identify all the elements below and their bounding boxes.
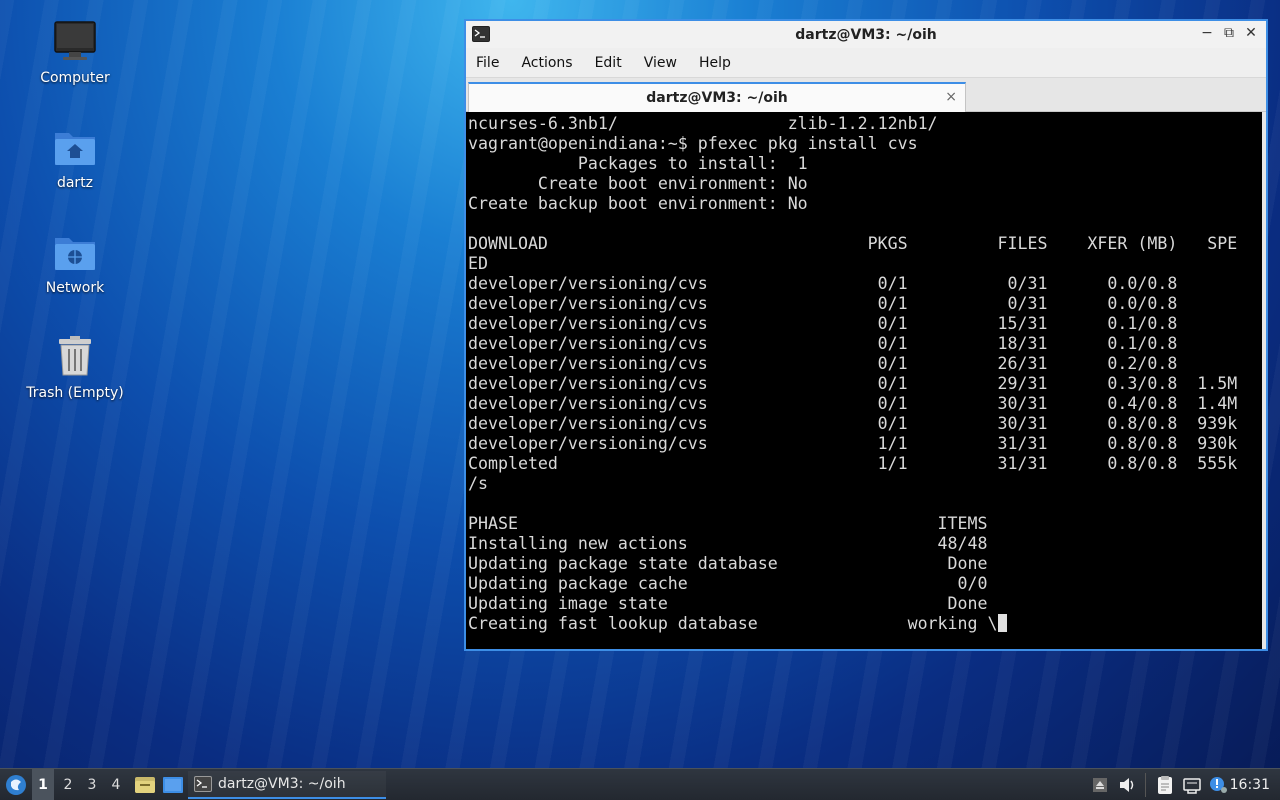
terminal-line: developer/versioning/cvs 0/1 29/31 0.3/0…: [468, 374, 1238, 393]
desktop-icon-trash[interactable]: Trash (Empty): [20, 333, 130, 401]
file-manager-icon[interactable]: [134, 775, 156, 795]
workspace-4[interactable]: 4: [105, 769, 127, 800]
terminal-line: Completed 1/1 31/31 0.8/0.8 555k: [468, 454, 1238, 473]
home-folder-icon: [51, 123, 99, 171]
menu-view[interactable]: View: [644, 55, 677, 71]
menu-actions[interactable]: Actions: [521, 55, 572, 71]
tab-label: dartz@VM3: ~/oih: [646, 90, 788, 106]
terminal-output[interactable]: ncurses-6.3nb1/ zlib-1.2.12nb1/vagrant@o…: [466, 112, 1266, 649]
terminal-line: Updating package cache 0/0: [468, 574, 988, 593]
desktop-icon-label: dartz: [56, 175, 94, 191]
terminal-line: Installing new actions 48/48: [468, 534, 988, 553]
window-titlebar[interactable]: dartz@VM3: ~/oih − ⧉ ✕: [466, 21, 1266, 48]
terminal-window[interactable]: dartz@VM3: ~/oih − ⧉ ✕ File Actions Edit…: [464, 19, 1268, 651]
terminal-line: Updating package state database Done: [468, 554, 988, 573]
tab-bar: dartz@VM3: ~/oih ×: [466, 78, 1266, 112]
workspace-2[interactable]: 2: [57, 769, 79, 800]
terminal-icon: [194, 776, 212, 792]
terminal-line: Create boot environment: No: [468, 174, 808, 193]
menu-edit[interactable]: Edit: [595, 55, 622, 71]
terminal-line: vagrant@openindiana:~$ pfexec pkg instal…: [468, 134, 918, 153]
close-button[interactable]: ✕: [1244, 25, 1258, 41]
terminal-line: developer/versioning/cvs 0/1 30/31 0.4/0…: [468, 394, 1238, 413]
terminal-line: DOWNLOAD PKGS FILES XFER (MB) SPE: [468, 234, 1238, 253]
desktop-icon-network[interactable]: Network: [20, 228, 130, 296]
terminal-line: developer/versioning/cvs 0/1 15/31 0.1/0…: [468, 314, 1178, 333]
desktop-icon-computer[interactable]: Computer: [20, 18, 130, 86]
eject-icon[interactable]: [1090, 775, 1110, 795]
show-desktop-icon[interactable]: [162, 775, 184, 795]
restore-button[interactable]: ⧉: [1222, 25, 1236, 41]
minimize-button[interactable]: −: [1200, 25, 1214, 41]
terminal-line: Create backup boot environment: No: [468, 194, 808, 213]
terminal-icon: [472, 26, 490, 42]
desktop-icon-label: Network: [45, 280, 105, 296]
tray-separator: [1145, 773, 1146, 797]
network-folder-icon: [51, 228, 99, 276]
notification-icon[interactable]: [1208, 775, 1228, 795]
terminal-line: developer/versioning/cvs 0/1 26/31 0.2/0…: [468, 354, 1178, 373]
clipboard-icon[interactable]: [1155, 775, 1175, 795]
terminal-line: developer/versioning/cvs 0/1 18/31 0.1/0…: [468, 334, 1178, 353]
taskbar-terminal-button[interactable]: dartz@VM3: ~/oih: [188, 771, 386, 799]
terminal-line: ED: [468, 254, 488, 273]
monitor-icon: [51, 18, 99, 66]
terminal-cursor: [997, 614, 1007, 632]
terminal-line: developer/versioning/cvs 0/1 0/31 0.0/0.…: [468, 274, 1178, 293]
terminal-line: /s: [468, 474, 488, 493]
volume-icon[interactable]: [1117, 775, 1137, 795]
taskbar-task-label: dartz@VM3: ~/oih: [218, 776, 346, 792]
workspace-3[interactable]: 3: [81, 769, 103, 800]
terminal-line: developer/versioning/cvs 1/1 31/31 0.8/0…: [468, 434, 1238, 453]
desktop-icon-label: Trash (Empty): [26, 385, 124, 401]
terminal-line: ncurses-6.3nb1/ zlib-1.2.12nb1/: [468, 114, 938, 133]
taskbar: 1 2 3 4 dartz@VM3: ~/oih 16:31: [0, 768, 1280, 800]
menu-help[interactable]: Help: [699, 55, 731, 71]
terminal-line: developer/versioning/cvs 0/1 30/31 0.8/0…: [468, 414, 1238, 433]
clock: 16:31: [1229, 777, 1270, 793]
terminal-line: PHASE ITEMS: [468, 514, 988, 533]
start-menu-icon[interactable]: [5, 774, 27, 796]
network-icon[interactable]: [1182, 775, 1202, 795]
terminal-line: Packages to install: 1: [468, 154, 808, 173]
tab-close-icon[interactable]: ×: [945, 89, 957, 105]
terminal-tab[interactable]: dartz@VM3: ~/oih ×: [468, 82, 966, 112]
window-title: dartz@VM3: ~/oih: [795, 26, 937, 43]
terminal-line: developer/versioning/cvs 0/1 0/31 0.0/0.…: [468, 294, 1178, 313]
desktop-icon-label: Computer: [40, 70, 110, 86]
menu-file[interactable]: File: [476, 55, 499, 71]
menu-bar: File Actions Edit View Help: [466, 48, 1266, 78]
trash-icon: [51, 333, 99, 381]
desktop-icon-home[interactable]: dartz: [20, 123, 130, 191]
terminal-line: Creating fast lookup database working \: [468, 614, 1262, 634]
workspace-1[interactable]: 1: [32, 769, 54, 800]
terminal-line: Updating image state Done: [468, 594, 988, 613]
